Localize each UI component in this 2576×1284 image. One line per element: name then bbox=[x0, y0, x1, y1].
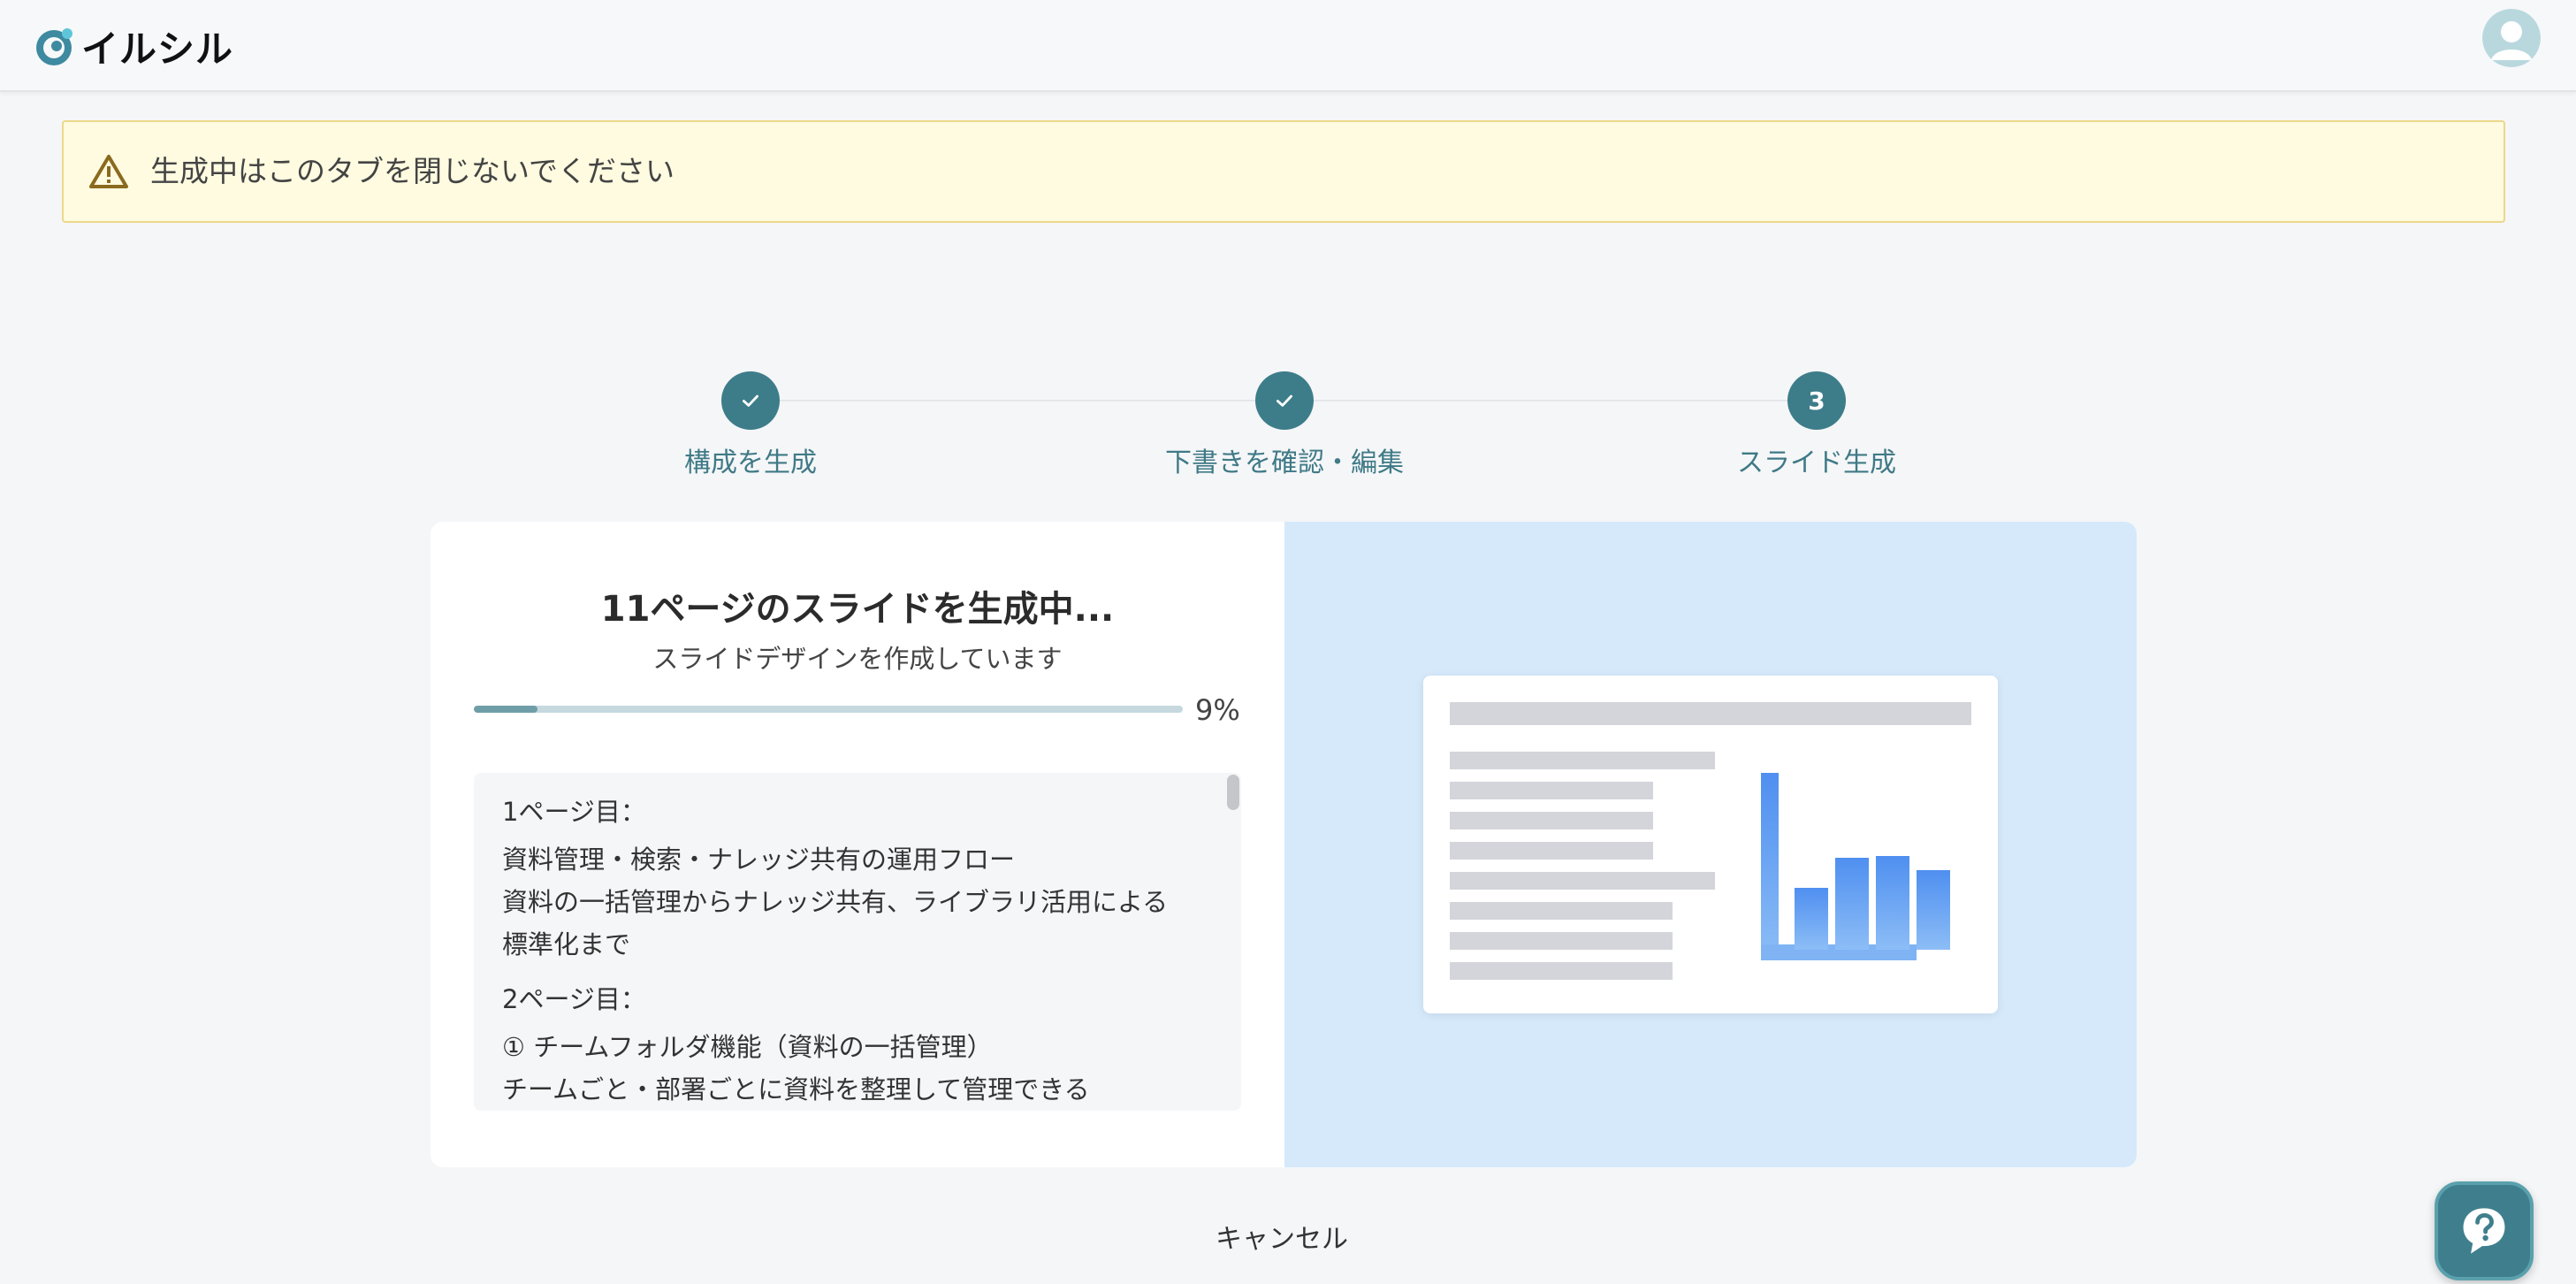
generation-subtitle: スライドデザインを作成しています bbox=[652, 644, 1063, 674]
step-2-circle bbox=[1255, 371, 1314, 430]
warning-banner: 生成中はこのタブを閉じないでください bbox=[62, 120, 2505, 223]
outline-page-heading: 2ページ目： bbox=[502, 984, 646, 1014]
slide-placeholder-graphic bbox=[1450, 702, 1971, 980]
check-icon bbox=[743, 394, 758, 407]
question-mark-icon bbox=[2463, 1208, 2505, 1254]
outline-line: 資料管理・検索・ナレッジ共有の運用フロー bbox=[502, 845, 1016, 875]
warning-text: 生成中はこのタブを閉じないでください bbox=[150, 154, 675, 188]
step-2-label: 下書きを確認・編集 bbox=[1165, 447, 1404, 478]
help-button[interactable] bbox=[2435, 1181, 2534, 1280]
check-icon bbox=[1277, 394, 1292, 407]
slide-outline-list[interactable]: 1ページ目： 資料管理・検索・ナレッジ共有の運用フロー資料の一括管理からナレッジ共… bbox=[474, 773, 1241, 1111]
step-1-circle bbox=[721, 371, 780, 430]
top-header: イルシル bbox=[0, 0, 2576, 92]
progress-percent: 9% bbox=[1195, 693, 1240, 727]
outline-line: ① チームフォルダ機能（資料の一括管理） bbox=[502, 1032, 993, 1062]
outline-content: 1ページ目： 資料管理・検索・ナレッジ共有の運用フロー資料の一括管理からナレッジ共… bbox=[502, 791, 1209, 1111]
step-3-circle: 3 bbox=[1787, 371, 1846, 430]
logo-text: イルシル bbox=[81, 27, 234, 71]
logo-icon bbox=[36, 27, 72, 65]
slide-preview-illustration bbox=[1423, 676, 1998, 1013]
outline-page-1: 1ページ目： 資料管理・検索・ナレッジ共有の運用フロー資料の一括管理からナレッジ共… bbox=[502, 791, 1209, 966]
app-logo[interactable]: イルシル bbox=[32, 19, 233, 73]
outline-line: チームごと・部署ごとに資料を整理して管理できる bbox=[502, 1074, 1090, 1104]
progress-bar bbox=[474, 706, 1183, 713]
generation-title: 11ページのスライドを生成中... bbox=[600, 589, 1115, 630]
outline-line: 資料の一括管理からナレッジ共有、ライブラリ活用による bbox=[502, 887, 1169, 917]
outline-page-2: 2ページ目： ① チームフォルダ機能（資料の一括管理） チームごと・部署ごとに資料を… bbox=[502, 978, 1209, 1111]
step-3-label: スライド生成 bbox=[1737, 447, 1896, 478]
warning-triangle-icon bbox=[89, 155, 128, 188]
cancel-button[interactable]: キャンセル bbox=[1176, 1217, 1388, 1256]
stepper-connector bbox=[1314, 400, 1791, 401]
outline-line: 標準化まで bbox=[502, 929, 631, 959]
outline-page-heading: 1ページ目： bbox=[502, 797, 646, 827]
progress-fill bbox=[474, 706, 538, 713]
step-1-label: 構成を生成 bbox=[684, 447, 817, 478]
outline-scrollbar[interactable] bbox=[1227, 775, 1239, 810]
user-avatar-icon[interactable] bbox=[2482, 9, 2541, 67]
stepper-connector bbox=[780, 400, 1257, 401]
